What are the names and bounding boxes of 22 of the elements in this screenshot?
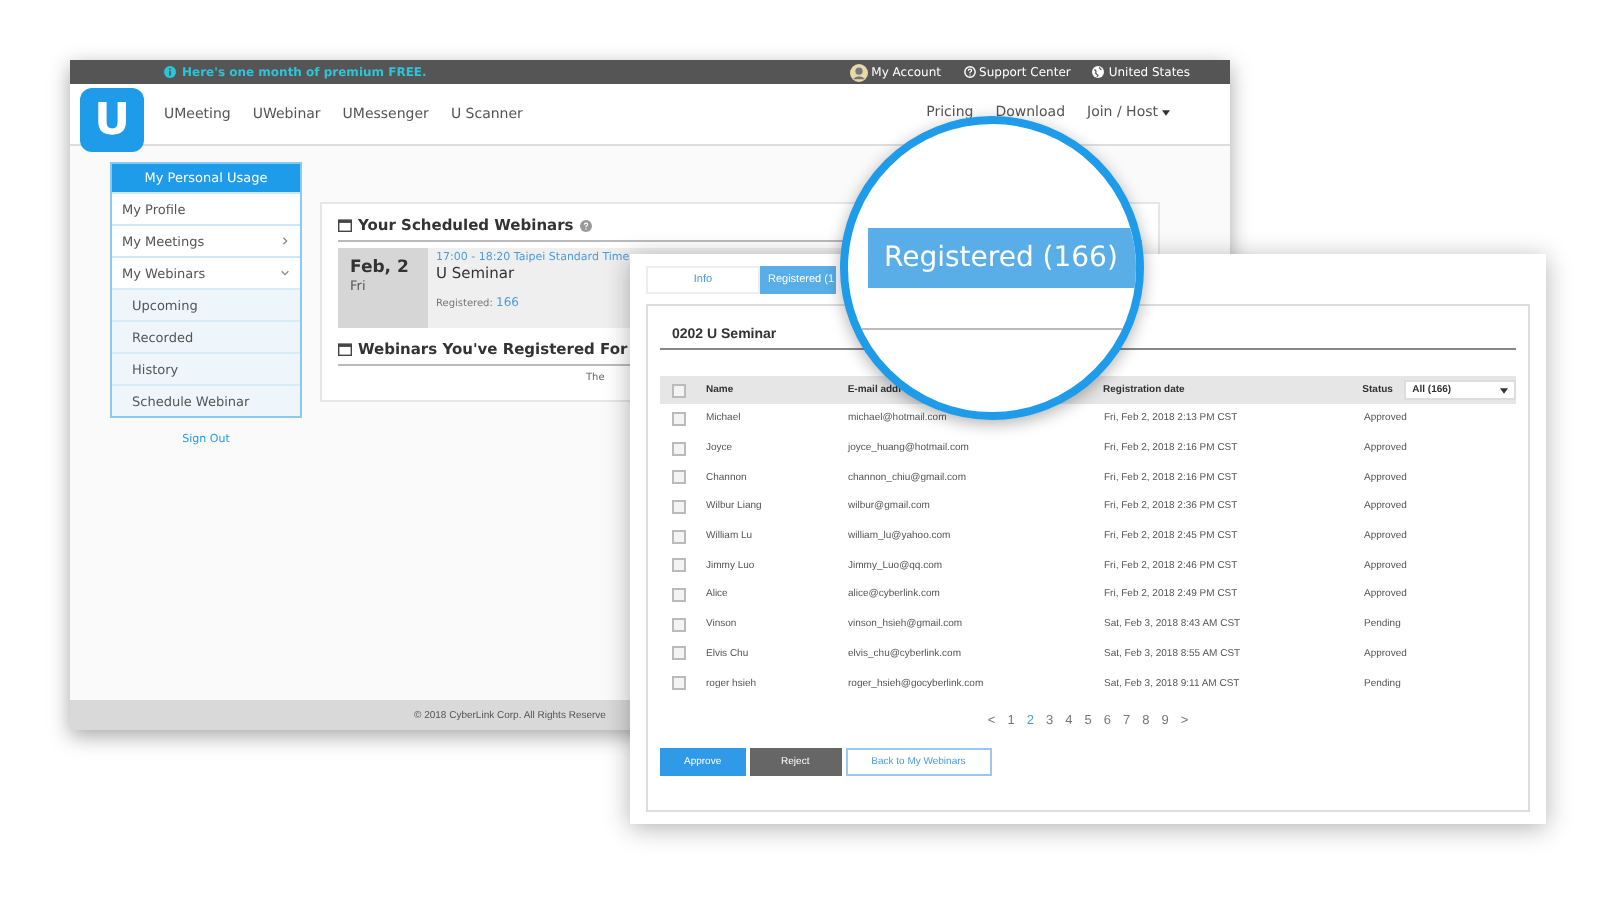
checkbox[interactable] xyxy=(672,411,686,426)
checkbox[interactable] xyxy=(672,470,686,485)
checkbox[interactable] xyxy=(672,646,686,661)
webinar-date: Feb, 2 xyxy=(350,258,411,278)
caret-icon xyxy=(1500,387,1508,393)
checkbox[interactable] xyxy=(672,529,686,544)
calendar-icon xyxy=(338,218,352,232)
info-icon xyxy=(164,66,176,78)
help-icon xyxy=(579,219,592,231)
calendar-icon xyxy=(338,342,352,356)
help-icon xyxy=(963,66,976,78)
globe-icon xyxy=(1092,66,1105,78)
checkbox[interactable] xyxy=(672,676,686,691)
checkbox[interactable] xyxy=(672,617,686,632)
logo[interactable]: U xyxy=(80,88,144,152)
avatar-icon xyxy=(849,63,868,81)
checkbox[interactable] xyxy=(672,383,686,397)
checkbox[interactable] xyxy=(672,441,686,456)
checkbox[interactable] xyxy=(672,499,686,514)
checkbox[interactable] xyxy=(672,558,686,573)
checkbox[interactable] xyxy=(672,587,686,602)
caret-icon xyxy=(1162,109,1170,115)
